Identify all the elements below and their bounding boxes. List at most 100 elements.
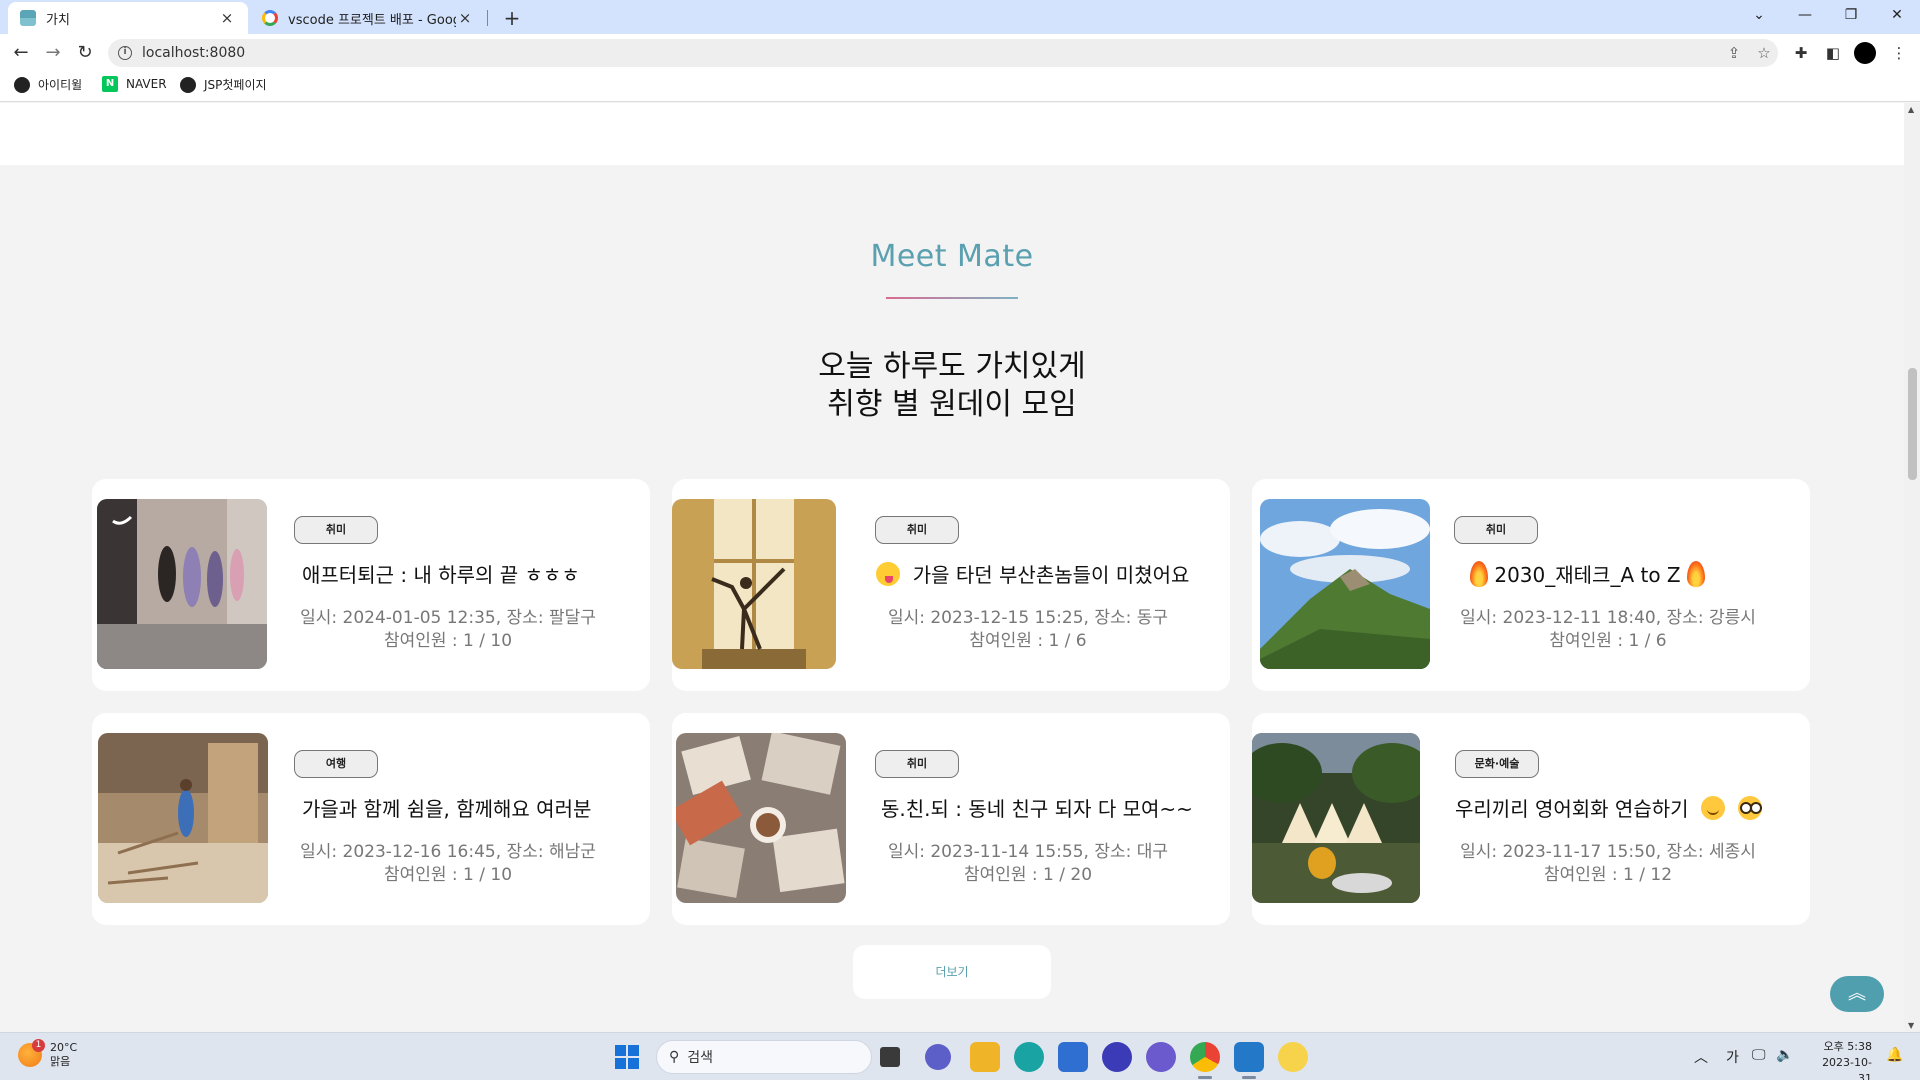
close-window-icon[interactable]: ✕ xyxy=(1874,0,1920,30)
address-bar[interactable]: i localhost:8080 ⇪ ☆ xyxy=(108,39,1778,67)
category-badge: 취미 xyxy=(875,750,959,778)
weather-temp: 20°C xyxy=(50,1041,78,1054)
tab-google-search[interactable]: vscode 프로젝트 배포 - Google × xyxy=(250,2,486,34)
network-icon[interactable]: 🖵 xyxy=(1752,1047,1766,1063)
card-title[interactable]: 2030_재테크_A to Z xyxy=(1470,559,1705,588)
tab-gachi[interactable]: 가치 × xyxy=(8,2,248,34)
file-explorer-icon[interactable] xyxy=(970,1042,1000,1072)
page-viewport: Meet Mate 오늘 하루도 가치있게 취향 별 원데이 모임 취미 애프터… xyxy=(0,103,1904,1032)
card-participants: 참여인원 : 1 / 6 xyxy=(969,631,1087,651)
load-more-button[interactable]: 더보기 xyxy=(853,945,1051,999)
card-title[interactable]: 동.친.되 : 동네 친구 되자 다 모여~~ xyxy=(881,793,1193,822)
tab-search-chevron-icon[interactable]: ⌄ xyxy=(1736,0,1782,30)
mountain-photo[interactable] xyxy=(1260,499,1430,669)
bookmark-label: NAVER xyxy=(126,77,167,91)
globe-icon xyxy=(14,76,30,93)
bookmark-item[interactable]: N NAVER xyxy=(102,76,167,92)
clock-time: 오후 5:38 xyxy=(1823,1040,1872,1053)
card-title[interactable]: 애프터퇴근 : 내 하루의 끝 ㅎㅎㅎ xyxy=(302,559,580,588)
card-title-text: 애프터퇴근 : 내 하루의 끝 ㅎㅎㅎ xyxy=(302,563,580,587)
card-title[interactable]: 가을 타던 부산촌놈들이 미쳤어요 xyxy=(876,559,1189,588)
search-placeholder: 검색 xyxy=(687,1050,714,1066)
category-badge: 취미 xyxy=(294,516,378,544)
tab-strip: 가치 × vscode 프로젝트 배포 - Google × + ⌄ — ❐ ✕ xyxy=(0,0,1920,34)
teams-chat-icon[interactable] xyxy=(925,1044,951,1070)
tray-chevron-up-icon[interactable]: ︿ xyxy=(1694,1047,1708,1067)
forward-arrow-icon[interactable]: → xyxy=(40,40,66,66)
meeting-card[interactable]: 취미 애프터퇴근 : 내 하루의 끝 ㅎㅎㅎ 일시: 2024-01-05 12… xyxy=(92,479,650,691)
tab-close-icon[interactable]: × xyxy=(456,9,474,27)
category-badge: 취미 xyxy=(875,516,959,544)
globe-icon xyxy=(180,76,196,93)
app-circle-icon[interactable] xyxy=(1146,1042,1176,1072)
card-schedule: 일시: 2023-11-17 15:50, 장소: 세종시 xyxy=(1460,842,1756,862)
taskbar-search[interactable]: ⚲ 검색 xyxy=(656,1040,872,1074)
meeting-card[interactable]: 취미 2030_재테크_A to Z 일시: 2023-12-11 18:40,… xyxy=(1252,479,1810,691)
side-panel-icon[interactable]: ◧ xyxy=(1820,40,1846,66)
scroll-to-top-button[interactable]: ︽ xyxy=(1830,976,1884,1012)
card-schedule: 일시: 2023-12-16 16:45, 장소: 해남군 xyxy=(300,842,596,862)
vscode-icon[interactable] xyxy=(1234,1042,1264,1072)
weather-widget[interactable]: 1 20°C 맑음 xyxy=(18,1039,78,1069)
start-windows-icon[interactable] xyxy=(615,1045,639,1069)
meeting-card[interactable]: 문화·예술 우리끼리 영어회화 연습하기 일시: 2023-11-17 15:5… xyxy=(1252,713,1810,925)
page-scrollbar[interactable]: ▲ ▼ xyxy=(1904,103,1920,1032)
scroll-down-arrow-icon[interactable]: ▼ xyxy=(1908,1021,1914,1030)
minimize-icon[interactable]: — xyxy=(1782,0,1828,30)
chrome-icon[interactable] xyxy=(1190,1042,1220,1072)
task-view-icon[interactable] xyxy=(880,1047,900,1067)
card-title-text: 2030_재테크_A to Z xyxy=(1494,563,1681,587)
share-icon[interactable]: ⇪ xyxy=(1720,39,1748,67)
card-title-text: 가을 타던 부산촌놈들이 미쳤어요 xyxy=(912,563,1190,587)
back-arrow-icon[interactable]: ← xyxy=(8,40,34,66)
card-title[interactable]: 우리끼리 영어회화 연습하기 xyxy=(1455,793,1762,822)
volume-icon[interactable]: 🔈 xyxy=(1776,1047,1793,1063)
card-info: 일시: 2023-12-11 18:40, 장소: 강릉시 참여인원 : 1 /… xyxy=(1448,607,1768,653)
card-title[interactable]: 가을과 함께 쉼을, 함께해요 여러분 xyxy=(302,793,591,822)
new-tab-button[interactable]: + xyxy=(498,4,526,32)
card-participants: 참여인원 : 1 / 6 xyxy=(1549,631,1667,651)
scroll-up-arrow-icon[interactable]: ▲ xyxy=(1908,105,1914,114)
app-c-icon[interactable] xyxy=(1102,1042,1132,1072)
card-info: 일시: 2023-12-15 15:25, 장소: 동구 참여인원 : 1 / … xyxy=(868,607,1188,653)
ballet-window-photo[interactable] xyxy=(672,499,836,669)
menu-kebab-icon[interactable]: ⋮ xyxy=(1886,40,1912,66)
ime-indicator[interactable]: 가 xyxy=(1726,1047,1739,1067)
address-url[interactable]: localhost:8080 xyxy=(142,45,245,61)
card-info: 일시: 2023-11-14 15:55, 장소: 대구 참여인원 : 1 / … xyxy=(868,841,1188,887)
tab-close-icon[interactable]: × xyxy=(218,9,236,27)
site-info-icon[interactable]: i xyxy=(118,46,132,60)
clock[interactable]: 오후 5:38 2023-10-31 xyxy=(1812,1039,1872,1080)
sticky-app-icon[interactable] xyxy=(1278,1042,1308,1072)
scrollbar-thumb[interactable] xyxy=(1908,368,1917,480)
subtitle-line: 취향 별 원데이 모임 xyxy=(827,387,1077,422)
runners-photo[interactable] xyxy=(97,499,267,669)
edge-browser-icon[interactable] xyxy=(1014,1042,1044,1072)
reload-icon[interactable]: ↻ xyxy=(72,40,98,66)
store-icon[interactable] xyxy=(1058,1042,1088,1072)
bookmark-item[interactable]: JSP첫페이지 xyxy=(180,76,267,93)
profile-avatar[interactable] xyxy=(1854,42,1876,64)
card-title-text: 우리끼리 영어회화 연습하기 xyxy=(1455,797,1689,821)
card-participants: 참여인원 : 1 / 10 xyxy=(383,865,513,885)
extensions-puzzle-icon[interactable]: ✚ xyxy=(1788,40,1814,66)
bookmark-item[interactable]: 아이티윌 xyxy=(14,76,82,93)
meeting-card[interactable]: 취미 동.친.되 : 동네 친구 되자 다 모여~~ 일시: 2023-11-1… xyxy=(672,713,1230,925)
windows-taskbar: 1 20°C 맑음 ⚲ 검색 ︿ 가 🖵 🔈 오후 5:38 2023-10-3… xyxy=(0,1032,1920,1080)
meeting-card[interactable]: 여행 가을과 함께 쉼을, 함께해요 여러분 일시: 2023-12-16 16… xyxy=(92,713,650,925)
card-participants: 참여인원 : 1 / 10 xyxy=(383,631,513,651)
card-schedule: 일시: 2023-11-14 15:55, 장소: 대구 xyxy=(887,842,1169,862)
bookmark-star-icon[interactable]: ☆ xyxy=(1750,39,1778,67)
tab-title: vscode 프로젝트 배포 - Google xyxy=(288,12,456,28)
bookmark-label: 아이티윌 xyxy=(38,78,83,92)
workshop-photo[interactable] xyxy=(98,733,268,903)
restore-icon[interactable]: ❐ xyxy=(1828,0,1874,30)
category-badge: 문화·예술 xyxy=(1455,750,1539,778)
tab-divider xyxy=(487,10,488,26)
glamping-photo[interactable] xyxy=(1252,733,1420,903)
running-indicator xyxy=(1198,1076,1212,1079)
meeting-card[interactable]: 취미 가을 타던 부산촌놈들이 미쳤어요 일시: 2023-12-15 15:2… xyxy=(672,479,1230,691)
books-coffee-photo[interactable] xyxy=(676,733,846,903)
notification-bell-icon[interactable]: 🔔 xyxy=(1886,1047,1903,1063)
header-bottom-strip xyxy=(0,103,1904,165)
